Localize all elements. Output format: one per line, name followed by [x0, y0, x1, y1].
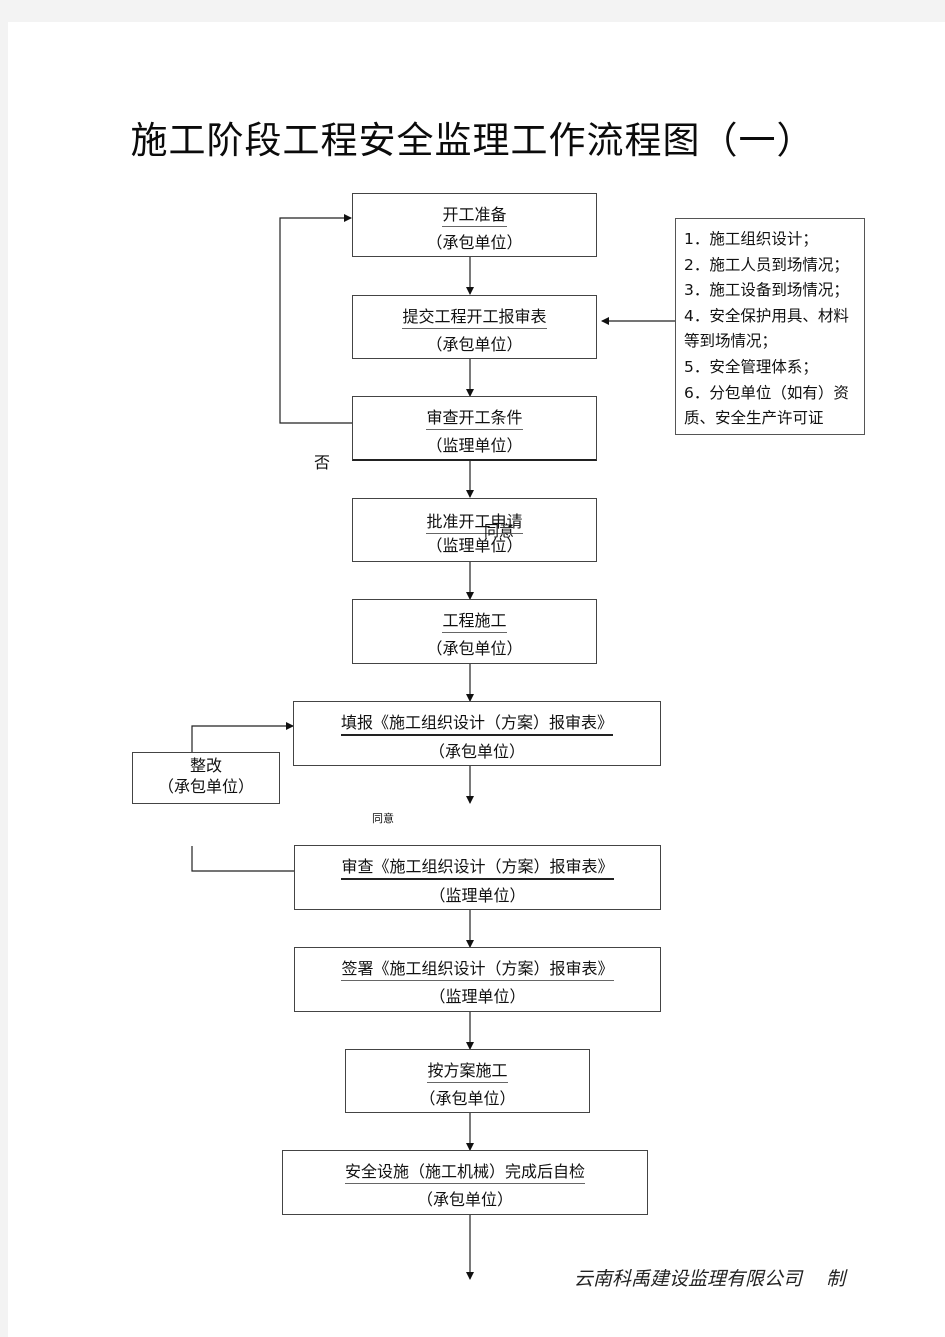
step-fill-org-design-form[interactable]: 填报《施工组织设计（方案）报审表》 （承包单位） — [293, 701, 661, 766]
step-construction[interactable]: 工程施工 （承包单位） — [352, 599, 597, 664]
step-title: 整改 — [189, 756, 222, 775]
reject-label: 否 — [314, 453, 331, 472]
step-review-org-design-form[interactable]: 审查《施工组织设计（方案）报审表》 （监理单位） — [294, 845, 661, 910]
start-requirements-note: 1．施工组织设计； 2．施工人员到场情况； 3．施工设备到场情况； 4．安全保护… — [675, 218, 865, 435]
footer-company: 云南科禹建设监理有限公司 制 — [574, 1268, 846, 1290]
step-approve-start[interactable]: 批准开工申请 （监理单位） — [352, 498, 597, 562]
step-party: （承包单位） — [428, 742, 525, 761]
step-party: （承包单位） — [416, 1190, 513, 1209]
requirement-item: 4．安全保护用具、材料等到场情况； — [684, 306, 849, 351]
step-party: （承包单位） — [426, 335, 523, 354]
rework-up-line — [191, 722, 294, 752]
step-party: （监理单位） — [426, 436, 523, 455]
step-safety-self-inspection[interactable]: 安全设施（施工机械）完成后自检 （承包单位） — [282, 1150, 648, 1215]
step-party: （监理单位） — [429, 987, 526, 1006]
requirement-item: 1．施工组织设计； — [684, 230, 818, 248]
reject-loop-line — [279, 214, 352, 424]
step-title: 按方案施工 — [427, 1060, 508, 1083]
approve-label-2: 同意 — [372, 812, 394, 825]
rework-from-review-line — [191, 846, 294, 872]
requirement-item: 6．分包单位（如有）资质、安全生产许可证 — [684, 383, 849, 428]
step-party: （监理单位） — [426, 536, 523, 555]
step-party: （承包单位） — [426, 639, 523, 658]
step-title: 审查《施工组织设计（方案）报审表》 — [341, 856, 614, 880]
step-sign-org-design-form[interactable]: 签署《施工组织设计（方案）报审表》 （监理单位） — [294, 947, 661, 1012]
step-title: 签署《施工组织设计（方案）报审表》 — [341, 958, 614, 981]
step-party: （承包单位） — [419, 1089, 516, 1108]
step-party: （承包单位） — [426, 233, 523, 252]
step-party: （承包单位） — [157, 777, 254, 796]
step-title: 开工准备 — [442, 204, 507, 227]
step-title: 审查开工条件 — [426, 407, 523, 430]
step-review-start-conditions[interactable]: 审查开工条件 （监理单位） — [352, 396, 597, 461]
step-start-preparation[interactable]: 开工准备 （承包单位） — [352, 193, 597, 257]
step-construct-per-plan[interactable]: 按方案施工 （承包单位） — [345, 1049, 590, 1113]
step-rework[interactable]: 整改 （承包单位） — [132, 752, 280, 804]
step-title: 安全设施（施工机械）完成后自检 — [344, 1161, 585, 1184]
approve-label-1: 同意 — [484, 522, 515, 540]
requirement-item: 3．施工设备到场情况； — [684, 281, 849, 300]
step-title: 工程施工 — [442, 610, 507, 633]
step-party: （监理单位） — [429, 886, 526, 905]
step-submit-start-application[interactable]: 提交工程开工报审表 （承包单位） — [352, 295, 597, 359]
requirement-item: 2．施工人员到场情况； — [684, 255, 849, 274]
step-title: 提交工程开工报审表 — [402, 306, 547, 329]
step-title: 填报《施工组织设计（方案）报审表》 — [340, 712, 613, 736]
requirement-item: 5．安全管理体系； — [684, 357, 818, 376]
